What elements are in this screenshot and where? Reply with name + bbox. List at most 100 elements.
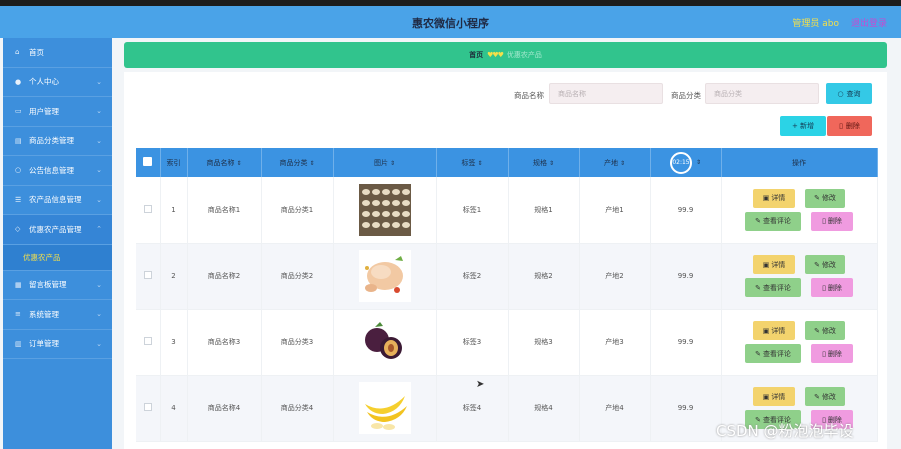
edit-button[interactable]: ✎ 修改 — [805, 387, 845, 406]
row-checkbox[interactable] — [143, 403, 152, 411]
header-category[interactable]: 商品分类 ⇕ — [261, 148, 334, 177]
notice-icon: ○ — [15, 166, 22, 175]
trash-icon: ▯ — [822, 283, 826, 292]
product-name-input[interactable]: 商品名称 — [549, 83, 663, 104]
sidebar-item-home[interactable]: ⌂ 首页 — [3, 38, 112, 68]
sidebar-item-messages[interactable]: ▦ 留言板管理 ⌄ — [3, 271, 112, 300]
edit-button[interactable]: ✎ 修改 — [805, 188, 845, 208]
cell-origin: 产地4 — [579, 375, 651, 442]
tag-icon: ◇ — [15, 225, 21, 234]
view-reviews-button[interactable]: ✎ 查看评论 — [745, 278, 801, 297]
cell-index: 1 — [160, 177, 188, 244]
cell-name: 商品名称3 — [187, 309, 262, 376]
sort-icon: ⇕ — [619, 159, 626, 167]
add-button[interactable]: + 新增 — [780, 116, 826, 136]
row-checkbox[interactable] — [143, 204, 152, 213]
sidebar-item-notice[interactable]: ○ 公告信息管理 ⌄ — [3, 156, 112, 186]
sort-icon: ⇕ — [236, 159, 242, 167]
detail-button[interactable]: ▣ 详情 — [753, 321, 795, 340]
recording-timer-overlay: 02:15 — [669, 151, 692, 174]
chevron-down-icon: ⌄ — [96, 339, 102, 348]
header-price[interactable]: 02:15 ⇕ — [650, 148, 722, 177]
breadcrumb-home[interactable]: 首页 — [469, 50, 483, 60]
breadcrumb: 首页 ♥♥♥ 优惠农产品 — [124, 42, 887, 68]
trash-icon: ▯ — [839, 122, 843, 130]
main-panel: 商品名称 商品名称 商品分类 商品分类 ○ 查询 + 新增 ▯ 删除 索引 商品名称… — [124, 72, 887, 449]
detail-button[interactable]: ▣ 详情 — [753, 255, 795, 274]
sort-icon: ⇕ — [389, 159, 396, 167]
app-title: 惠农微信小程序 — [412, 17, 489, 30]
product-image-chicken — [358, 250, 411, 302]
list-icon: ☰ — [15, 195, 22, 204]
cell-tag: 标签3 — [436, 309, 509, 376]
cell-price: 99.9 — [650, 309, 722, 376]
detail-icon: ▣ — [762, 326, 770, 335]
chevron-up-icon: ⌃ — [96, 225, 102, 233]
row-checkbox[interactable] — [143, 271, 152, 279]
cell-origin: 产地2 — [579, 243, 651, 310]
cell-tag: 标签4 — [436, 375, 509, 442]
app-header: 惠农微信小程序 管理员 abo 退出登录 — [0, 6, 901, 38]
select-all-cell[interactable] — [136, 148, 161, 177]
cell-name: 商品名称1 — [187, 177, 262, 244]
table-row: 1 商品名称1 商品分类1 标签1 规格1 产地1 99.9 ▣ 详情 ✎ 修改… — [136, 177, 878, 244]
cell-index: 2 — [160, 243, 188, 310]
edit-button[interactable]: ✎ 修改 — [805, 321, 845, 340]
detail-button[interactable]: ▣ 详情 — [753, 387, 795, 406]
cell-name: 商品名称2 — [187, 243, 262, 310]
table-row: 2 商品名称2 商品分类2 标签2 规格2 产地2 99.9 ▣ 详情 ✎ 修改… — [136, 243, 878, 310]
header-index: 索引 — [160, 148, 188, 177]
cell-category: 商品分类4 — [261, 375, 334, 442]
header-image[interactable]: 图片 ⇕ — [333, 148, 437, 177]
delete-button[interactable]: ▯ 删除 — [811, 211, 853, 231]
edit-button[interactable]: ✎ 修改 — [805, 255, 845, 274]
cell-tag: 标签1 — [436, 177, 509, 244]
cell-spec: 规格4 — [508, 375, 580, 442]
breadcrumb-current: 优惠农产品 — [506, 51, 542, 59]
view-reviews-button[interactable]: ✎ 查看评论 — [745, 211, 801, 231]
batch-delete-button[interactable]: ▯ 删除 — [827, 116, 872, 136]
sidebar-subitem-discount-products[interactable]: 优惠农产品 — [3, 244, 112, 271]
view-reviews-button[interactable]: ✎ 查看评论 — [745, 344, 801, 363]
row-checkbox[interactable] — [143, 337, 152, 345]
edit-icon: ✎ — [755, 349, 761, 358]
order-icon: ▥ — [15, 339, 22, 348]
edit-icon: ✎ — [755, 283, 761, 292]
sidebar-item-users[interactable]: ▭ 用户管理 ⌄ — [3, 97, 112, 127]
header-origin[interactable]: 产地 ⇕ — [579, 148, 651, 177]
product-category-input[interactable]: 商品分类 — [705, 83, 819, 104]
query-button[interactable]: ○ 查询 — [826, 83, 872, 104]
chevron-down-icon: ⌄ — [96, 107, 102, 115]
header-name[interactable]: 商品名称 ⇕ — [187, 148, 262, 177]
header-ops: 操作 — [721, 148, 878, 177]
category-icon: ▤ — [15, 136, 22, 145]
cell-category: 商品分类2 — [261, 243, 334, 310]
edit-icon: ✎ — [814, 326, 820, 335]
sidebar-item-orders[interactable]: ▥ 订单管理 ⌄ — [3, 330, 112, 359]
sort-icon: ⇕ — [477, 159, 483, 167]
header-tag[interactable]: 标签 ⇕ — [436, 148, 509, 177]
select-all-checkbox[interactable] — [143, 157, 153, 166]
sort-icon: ⇕ — [695, 159, 702, 166]
table-row: 3 商品名称3 商品分类3 标签3 规格3 产地3 99.9 ▣ 详情 ✎ 修改… — [136, 309, 878, 376]
product-image-plums — [358, 316, 411, 368]
detail-icon: ▣ — [762, 194, 770, 203]
cell-tag: 标签2 — [436, 243, 509, 310]
delete-button[interactable]: ▯ 删除 — [811, 278, 853, 297]
home-icon: ⌂ — [15, 48, 20, 57]
edit-icon: ✎ — [755, 217, 761, 226]
detail-button[interactable]: ▣ 详情 — [753, 188, 795, 208]
edit-icon: ✎ — [814, 194, 820, 203]
message-icon: ▦ — [15, 280, 22, 289]
sidebar-item-system[interactable]: ≡ 系统管理 ⌄ — [3, 300, 112, 330]
delete-button[interactable]: ▯ 删除 — [811, 344, 853, 363]
cell-price: 99.9 — [650, 243, 722, 310]
cell-category: 商品分类1 — [261, 177, 334, 244]
sidebar-item-products[interactable]: ☰ 农产品信息管理 ⌄ — [3, 186, 112, 215]
sidebar-item-profile[interactable]: ● 个人中心 ⌄ — [3, 68, 112, 97]
sidebar-item-category[interactable]: ▤ 商品分类管理 ⌄ — [3, 127, 112, 156]
sidebar-item-discount[interactable]: ◇ 优惠农产品管理 ⌃ — [3, 215, 112, 245]
header-spec[interactable]: 规格 ⇕ — [508, 148, 580, 177]
cell-index: 3 — [160, 309, 188, 376]
logout-link[interactable]: 退出登录 — [851, 16, 887, 29]
